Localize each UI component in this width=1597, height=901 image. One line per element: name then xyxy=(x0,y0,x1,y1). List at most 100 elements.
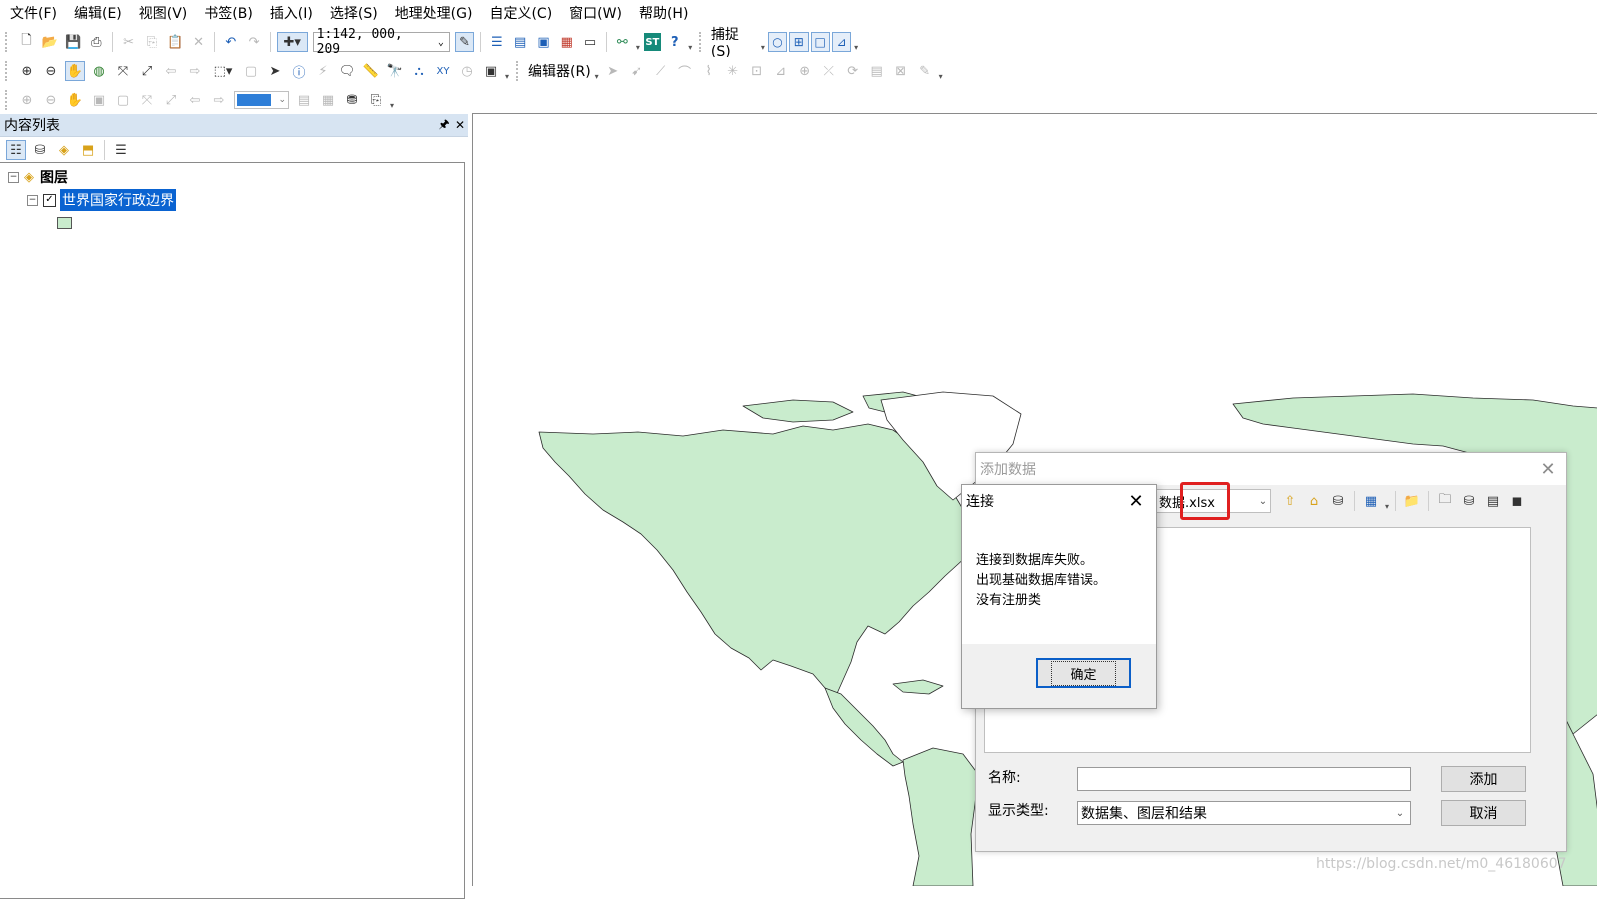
undo-icon[interactable]: ↶ xyxy=(221,32,240,52)
toolbar-grip[interactable] xyxy=(5,90,12,110)
menu-insert[interactable]: 插入(I) xyxy=(260,0,320,28)
back-extent-icon[interactable]: ⇦ xyxy=(161,61,181,81)
table-of-contents-icon[interactable]: ☰ xyxy=(487,32,506,52)
fixed-zoom-in-icon[interactable]: ⤧ xyxy=(137,90,157,110)
close-icon[interactable]: ✕ xyxy=(1530,459,1566,480)
arctoolbox-icon[interactable]: ▦ xyxy=(557,32,576,52)
forward-extent-icon[interactable]: ⇨ xyxy=(185,61,205,81)
connect-folder-icon[interactable]: 📁 xyxy=(1402,491,1422,511)
list-by-drawing-order-icon[interactable]: ☷ xyxy=(6,140,26,160)
trace-icon[interactable]: ⌇ xyxy=(699,61,719,81)
snapping-menu[interactable]: 捕捉(S) xyxy=(709,24,759,60)
toggle-draft-mode-icon[interactable]: ▤ xyxy=(294,90,314,110)
edit-annotation-icon[interactable]: ➹ xyxy=(627,61,647,81)
new-document-icon[interactable]: 🗋 xyxy=(17,32,36,52)
copy-icon[interactable]: ⎘ xyxy=(142,32,161,52)
toolbar-options-icon[interactable]: ▾ xyxy=(937,61,945,81)
close-icon[interactable]: ✕ xyxy=(1116,491,1156,512)
time-slider-icon[interactable]: ◷ xyxy=(457,61,477,81)
html-popup-icon[interactable]: 🗨 xyxy=(337,61,357,81)
clear-selection-icon[interactable]: ▢ xyxy=(241,61,261,81)
go-to-default-gdb-icon[interactable]: ⛁ xyxy=(1328,491,1348,511)
change-layout-icon[interactable]: ⛃ xyxy=(342,90,362,110)
redo-icon[interactable]: ↷ xyxy=(244,32,263,52)
vertex-snapping-icon[interactable]: □ xyxy=(810,32,830,52)
fixed-zoom-out-icon[interactable]: ⤢ xyxy=(161,90,181,110)
layout-zoom-out-icon[interactable]: ⊖ xyxy=(41,90,61,110)
collapse-icon[interactable]: − xyxy=(27,194,38,206)
select-features-icon[interactable]: ⬚▾ xyxy=(209,61,237,81)
editor-toolbar-icon[interactable]: ✎ xyxy=(454,32,475,52)
next-extent-icon[interactable]: ⇨ xyxy=(209,90,229,110)
toolbar-options-icon[interactable]: ▾ xyxy=(686,32,694,52)
cancel-button[interactable]: 取消 xyxy=(1441,800,1526,826)
fixed-zoom-out-icon[interactable]: ⤢ xyxy=(137,61,157,81)
add-data-icon[interactable]: ✚▾ xyxy=(276,32,308,52)
up-one-level-icon[interactable]: ⇧ xyxy=(1280,491,1300,511)
point-snapping-icon[interactable]: ○ xyxy=(767,32,788,52)
save-icon[interactable]: 💾 xyxy=(63,32,82,52)
previous-extent-icon[interactable]: ⇦ xyxy=(185,90,205,110)
full-extent-icon[interactable]: ◍ xyxy=(89,61,109,81)
zoom-out-icon[interactable]: ⊖ xyxy=(41,61,61,81)
editor-menu[interactable]: 编辑器(R) xyxy=(526,61,593,81)
map-scale-combo[interactable]: 1:142, 000, 209 ⌄ xyxy=(312,27,450,57)
delete-icon[interactable]: ✕ xyxy=(189,32,208,52)
catalog-icon[interactable]: ▤ xyxy=(511,32,530,52)
toolbar-options-icon[interactable]: ▾ xyxy=(503,61,511,81)
zoom-in-icon[interactable]: ⊕ xyxy=(17,61,37,81)
toolbar-grip[interactable] xyxy=(699,32,706,52)
create-features-icon[interactable]: ✎ xyxy=(915,61,935,81)
toolbar-options-icon[interactable]: ▾ xyxy=(634,32,642,52)
layers-node[interactable]: − ◈ 图层 xyxy=(8,167,68,187)
viewer-window-icon[interactable]: ▣ xyxy=(481,61,501,81)
zoom-whole-page-icon[interactable]: ▣ xyxy=(89,90,109,110)
pin-icon[interactable]: 🖈 xyxy=(436,115,452,136)
menu-customize[interactable]: 自定义(C) xyxy=(479,0,559,28)
python-window-icon[interactable]: ▭ xyxy=(580,32,599,52)
menu-bookmarks[interactable]: 书签(B) xyxy=(194,0,260,28)
menu-geoprocessing[interactable]: 地理处理(G) xyxy=(385,0,480,28)
pan-icon[interactable]: ✋ xyxy=(65,61,85,81)
st-tool-icon[interactable]: ST xyxy=(643,33,662,51)
zoom-100-icon[interactable]: ▢ xyxy=(113,90,133,110)
new-server-icon[interactable]: ▤ xyxy=(1483,491,1503,511)
focus-data-frame-icon[interactable]: ▦ xyxy=(318,90,338,110)
new-database-icon[interactable]: ⛁ xyxy=(1459,491,1479,511)
hyperlink-icon[interactable]: ⚡ xyxy=(313,61,333,81)
show-type-combo[interactable]: 数据集、图层和结果 ⌄ xyxy=(1077,801,1411,825)
ok-button[interactable]: 确定 xyxy=(1036,658,1131,688)
edit-tool-icon[interactable]: ➤ xyxy=(603,61,623,81)
find-icon[interactable]: 🔭 xyxy=(385,61,405,81)
split-icon[interactable]: ⤫ xyxy=(819,61,839,81)
help-icon[interactable]: ? xyxy=(665,32,684,52)
toolbar-grip[interactable] xyxy=(5,32,12,52)
go-to-xy-icon[interactable]: XY xyxy=(433,61,453,81)
layout-zoom-combo[interactable]: ⌄ xyxy=(234,91,289,109)
layout-pan-icon[interactable]: ✋ xyxy=(65,90,85,110)
paste-icon[interactable]: 📋 xyxy=(166,32,185,52)
layer-visibility-checkbox[interactable]: ✓ xyxy=(43,193,56,207)
edit-vertices-icon[interactable]: ⊡ xyxy=(747,61,767,81)
menu-windows[interactable]: 窗口(W) xyxy=(559,0,629,28)
end-snapping-icon[interactable]: ⊞ xyxy=(789,32,809,52)
close-icon[interactable]: ✕ xyxy=(452,118,468,132)
print-icon[interactable]: ⎙ xyxy=(87,32,106,52)
toolbar-options-icon[interactable]: ▾ xyxy=(852,32,860,52)
edge-snapping-icon[interactable]: ⊿ xyxy=(831,32,852,52)
find-route-icon[interactable]: ⛬ xyxy=(409,61,429,81)
measure-icon[interactable]: 📏 xyxy=(361,61,381,81)
menu-view[interactable]: 视图(V) xyxy=(129,0,195,28)
layer-symbol-swatch[interactable] xyxy=(57,217,72,229)
point-icon[interactable]: ✳ xyxy=(723,61,743,81)
menu-help[interactable]: 帮助(H) xyxy=(629,0,695,28)
modelbuilder-icon[interactable]: ⚯ xyxy=(613,32,632,52)
identify-icon[interactable]: ⓘ xyxy=(289,61,309,81)
sketch-properties-icon[interactable]: ⊠ xyxy=(891,61,911,81)
collapse-icon[interactable]: − xyxy=(8,171,19,183)
select-elements-icon[interactable]: ➤ xyxy=(265,61,285,81)
straight-segment-icon[interactable]: ⟋ xyxy=(651,61,671,81)
home-icon[interactable]: ⌂ xyxy=(1304,491,1324,511)
cut-polygons-icon[interactable]: ⊕ xyxy=(795,61,815,81)
cut-icon[interactable]: ✂ xyxy=(119,32,138,52)
